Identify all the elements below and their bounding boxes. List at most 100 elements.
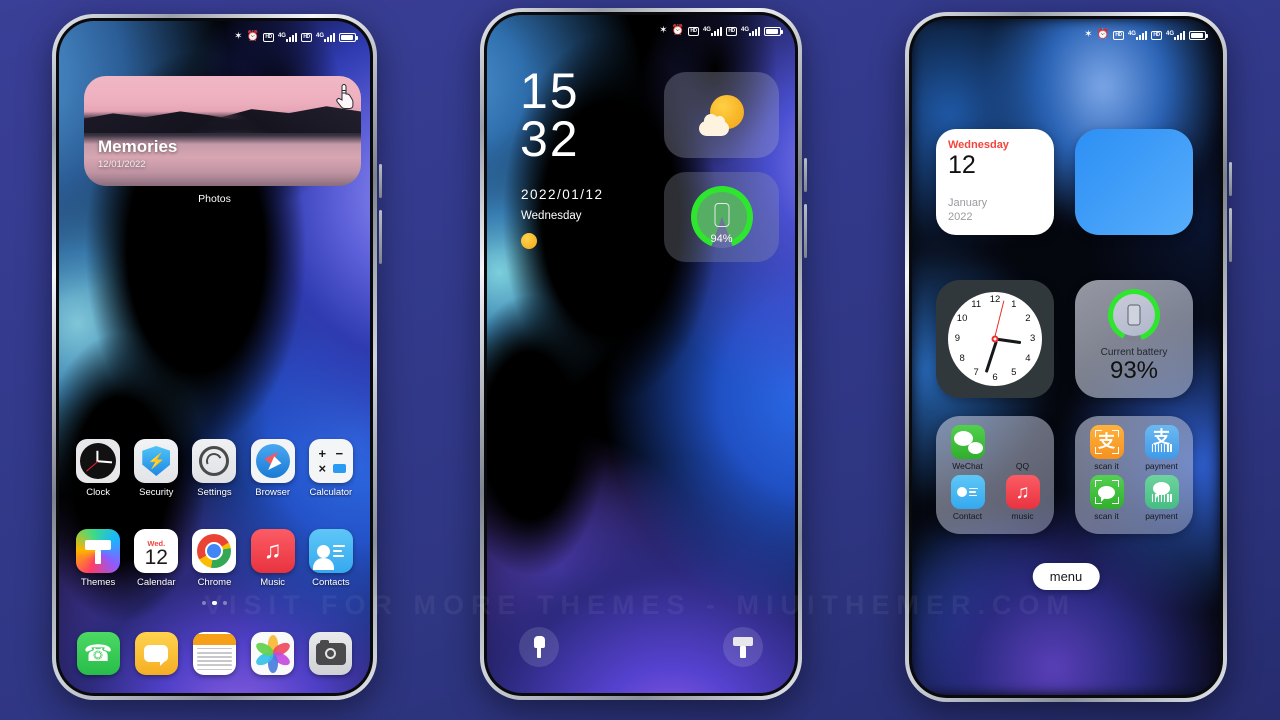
clock-numeral: 1 (1011, 299, 1017, 311)
messages-bubble-icon (134, 632, 178, 675)
calendar-weekday: Wednesday (948, 139, 1009, 151)
clock-numeral: 6 (992, 371, 998, 383)
app-label: Clock (86, 487, 110, 498)
folder-app-label: music (1011, 511, 1034, 521)
alarm-icon: ⏰ (246, 31, 259, 42)
app-clock[interactable]: Clock (70, 439, 126, 498)
dock-photos[interactable] (245, 632, 301, 675)
dock-messages[interactable] (128, 632, 184, 675)
apps-folder-left[interactable]: WeChat QQ Contact ♫ music (936, 416, 1054, 534)
clock-numeral: 4 (1025, 352, 1031, 364)
sim1-hd-icon: HD (687, 26, 699, 36)
bluetooth-icon: ✶ (1084, 29, 1093, 40)
folder-app-alipay-scan[interactable]: 支 scan it (1083, 425, 1130, 471)
memories-date: 12/01/2022 (98, 159, 146, 170)
app-row-2: Themes Wed. 12 Calendar Chrome ♫ Music C… (69, 529, 360, 588)
dock-camera[interactable] (303, 632, 359, 675)
battery-widget[interactable]: 94% (664, 172, 779, 262)
phone-1-screen: ✶ ⏰ HD 4G HD 4G Memories 12/01/2022 Phot… (59, 21, 370, 693)
clock-numeral: 7 (973, 366, 979, 378)
app-themes[interactable]: Themes (70, 529, 126, 588)
phone-glyph-icon (1127, 304, 1141, 326)
menu-button[interactable]: menu (1032, 563, 1100, 590)
photos-flower-icon (251, 632, 295, 675)
analog-clock-widget[interactable]: 12 1 2 3 4 5 6 7 8 9 10 11 (936, 280, 1054, 398)
app-settings[interactable]: Settings (186, 439, 242, 498)
calendar-month-year: January 2022 (948, 197, 987, 224)
contact-icon (950, 475, 985, 509)
calendar-widget[interactable]: Wednesday 12 January 2022 (936, 129, 1054, 235)
clock-minute-hand (984, 340, 998, 373)
folder-app-wechat[interactable]: WeChat (944, 425, 991, 471)
sim2-signal-icon: 4G (316, 32, 335, 42)
clock-numeral: 5 (1011, 366, 1017, 378)
app-row-1: Clock ⚡ Security Settings Browser +−× (69, 439, 360, 498)
sun-behind-cloud-icon (697, 93, 747, 137)
sim2-signal-icon: 4G (741, 26, 760, 36)
dock-notes[interactable] (186, 632, 242, 675)
clock-minute: 32 (520, 111, 580, 167)
sim1-signal-icon: 4G (278, 32, 297, 42)
wechat-scan-icon (1089, 475, 1124, 509)
calendar-day: 12 (948, 151, 976, 179)
sim2-hd-icon: HD (725, 26, 737, 36)
battery-value: 93% (1109, 357, 1159, 384)
wechat-payment-icon (1144, 475, 1179, 509)
brush-shortcut[interactable] (723, 627, 763, 667)
phone-glyph-icon (714, 202, 729, 227)
tap-hand-cursor (336, 84, 354, 109)
sun-dot-icon (521, 233, 537, 249)
app-chrome[interactable]: Chrome (186, 529, 242, 588)
app-calendar[interactable]: Wed. 12 Calendar (128, 529, 184, 588)
blank-blue-widget[interactable] (1075, 129, 1193, 235)
app-calculator[interactable]: + − × Calculator (303, 439, 359, 498)
sim2-signal-icon: 4G (1166, 30, 1185, 40)
clock-second-hand (993, 300, 1005, 340)
apps-folder-right[interactable]: 支 scan it 支 payment scan it payment (1075, 416, 1193, 534)
flashlight-shortcut[interactable] (519, 627, 559, 667)
analog-clock-icon: 12 1 2 3 4 5 6 7 8 9 10 11 (948, 292, 1042, 386)
folder-app-music[interactable]: ♫ music (999, 475, 1046, 521)
dock: ☎ (69, 632, 360, 675)
folder-app-alipay-payment[interactable]: 支 payment (1138, 425, 1185, 471)
alarm-icon: ⏰ (671, 25, 684, 36)
clock-numeral: 10 (956, 313, 968, 325)
sim1-hd-icon: HD (1112, 30, 1124, 40)
folder-app-wechat-payment[interactable]: payment (1138, 475, 1185, 521)
current-battery-widget[interactable]: Current battery 93% (1075, 280, 1193, 398)
wechat-icon (950, 425, 985, 459)
weather-widget[interactable] (664, 72, 779, 158)
folder-app-wechat-scan[interactable]: scan it (1083, 475, 1130, 521)
phone-bezel: ✶ ⏰ HD 4G HD 4G Memories 12/01/2022 Phot… (56, 18, 373, 696)
app-music[interactable]: ♫ Music (245, 529, 301, 588)
phone-bezel: ✶ ⏰ HD 4G HD 4G 15 32 2022/01/12 Wednesd… (484, 12, 798, 696)
app-security[interactable]: ⚡ Security (128, 439, 184, 498)
app-label: Calculator (309, 487, 353, 498)
lockscreen-clock: 15 32 (520, 66, 580, 167)
notes-icon (192, 632, 236, 675)
sim2-hd-icon: HD (300, 32, 312, 42)
browser-compass-icon (250, 439, 295, 483)
calendar-month: January (948, 197, 988, 210)
battery-icon (339, 32, 358, 42)
folder-app-contact[interactable]: Contact (944, 475, 991, 521)
folder-app-qq[interactable]: QQ (999, 425, 1046, 471)
folder-app-label: scan it (1094, 461, 1119, 471)
memories-title: Memories (98, 137, 178, 156)
app-contacts[interactable]: Contacts (303, 529, 359, 588)
phone-2-screen: ✶ ⏰ HD 4G HD 4G 15 32 2022/01/12 Wednesd… (487, 15, 795, 693)
status-bar: ✶ ⏰ HD 4G HD 4G (59, 21, 370, 53)
contacts-icon (308, 529, 353, 573)
folder-app-label: Contact (952, 511, 983, 521)
calculator-icon: + − × (308, 439, 353, 483)
clock-hour-hand (995, 337, 1022, 345)
memories-photo-widget[interactable]: Memories 12/01/2022 (84, 76, 361, 186)
app-browser[interactable]: Browser (245, 439, 301, 498)
brush-icon (733, 636, 753, 658)
clock-numeral: 9 (954, 333, 961, 344)
alipay-payment-icon: 支 (1144, 425, 1179, 459)
sim1-hd-icon: HD (262, 32, 274, 42)
dock-phone[interactable]: ☎ (70, 632, 126, 675)
status-bar: ✶ ⏰ HD 4G HD 4G (912, 19, 1220, 51)
status-bar: ✶ ⏰ HD 4G HD 4G (487, 15, 795, 47)
